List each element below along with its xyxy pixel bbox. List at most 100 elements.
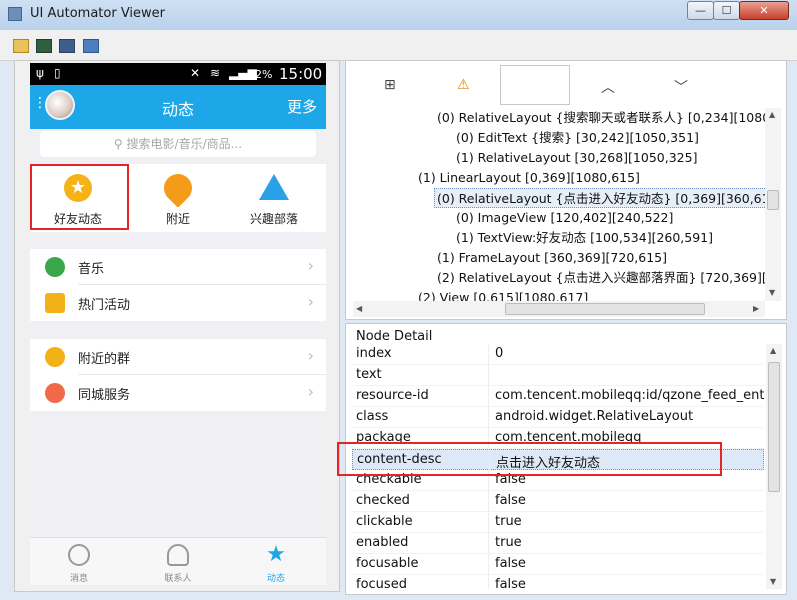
scroll-down-icon[interactable]: ▼ bbox=[769, 288, 775, 297]
megaphone-icon bbox=[45, 293, 65, 313]
list-item-nearby-groups[interactable]: 附近的群 › bbox=[30, 339, 326, 375]
column-divider bbox=[488, 554, 489, 575]
open-folder-icon[interactable] bbox=[13, 39, 29, 53]
tab-messages[interactable]: 消息 bbox=[30, 538, 128, 585]
detail-key: checked bbox=[356, 493, 410, 508]
list-item-city-services[interactable]: 同城服务 › bbox=[30, 375, 326, 411]
quick-item-label: 兴趣部落 bbox=[249, 212, 298, 226]
list-item-hot-activities[interactable]: 热门活动 › bbox=[30, 285, 326, 321]
feed-star-icon: ★ bbox=[266, 542, 286, 567]
chevron-right-icon: › bbox=[307, 256, 314, 275]
window-title: UI Automator Viewer bbox=[30, 6, 166, 21]
list-item-music[interactable]: 音乐 › bbox=[30, 249, 326, 285]
detail-row[interactable]: class android.widget.RelativeLayout bbox=[352, 407, 764, 428]
maximize-button[interactable]: ☐ bbox=[713, 1, 740, 20]
detail-value: 0 bbox=[495, 346, 504, 361]
tree-vertical-scrollbar[interactable]: ▲ ▼ bbox=[765, 108, 781, 301]
tree-node[interactable]: (0) RelativeLayout {搜索聊天或者联系人} [0,234][1… bbox=[437, 108, 765, 128]
column-divider bbox=[488, 344, 489, 365]
page-title: 动态 bbox=[161, 100, 194, 119]
warning-icon[interactable]: ⚠ bbox=[457, 77, 470, 93]
column-divider bbox=[488, 365, 489, 386]
detail-key: focused bbox=[356, 577, 407, 589]
chevron-right-icon: › bbox=[307, 346, 314, 365]
tree-search-field[interactable] bbox=[500, 65, 570, 105]
detail-vertical-scrollbar[interactable]: ▲ ▼ bbox=[766, 344, 782, 589]
device-screenshot[interactable]: ψ ▯ ✕ ≋ ▂▄▆ 92% 15:00 ⋮ 动态 更多 ⚲ 搜索电影/音乐/… bbox=[30, 63, 326, 585]
tree-node[interactable]: (1) FrameLayout [360,369][720,615] bbox=[437, 248, 667, 268]
detail-value: true bbox=[495, 514, 522, 529]
detail-row[interactable]: index 0 bbox=[352, 344, 764, 365]
list-item-label: 热门活动 bbox=[78, 298, 131, 313]
tab-contacts[interactable]: 联系人 bbox=[129, 538, 227, 585]
scroll-right-icon[interactable]: ▶ bbox=[753, 304, 759, 313]
message-bubble-icon bbox=[68, 544, 90, 566]
tree-node[interactable]: (2) RelativeLayout {点击进入兴趣部落界面} [720,369… bbox=[437, 268, 765, 288]
detail-row[interactable]: text bbox=[352, 365, 764, 386]
app-icon bbox=[8, 7, 22, 21]
detail-key: index bbox=[356, 346, 392, 361]
column-divider bbox=[488, 491, 489, 512]
tree-node[interactable]: (1) RelativeLayout [30,268][1050,325] bbox=[456, 148, 697, 168]
hierarchy-tree[interactable]: (0) RelativeLayout {搜索聊天或者联系人} [0,234][1… bbox=[353, 108, 765, 301]
detail-row[interactable]: checked false bbox=[352, 491, 764, 512]
more-button[interactable]: 更多 bbox=[287, 96, 317, 117]
tree-node[interactable]: (1) TextView:好友动态 [100,534][260,591] bbox=[456, 228, 713, 248]
wifi-icon: ≋ bbox=[210, 66, 221, 80]
search-icon: ⚲ bbox=[113, 137, 127, 151]
quick-item-label: 附近 bbox=[165, 212, 190, 226]
highlight-box-friends-feed bbox=[30, 164, 129, 230]
quick-item-nearby[interactable]: 附近 bbox=[130, 164, 226, 232]
tab-label: 消息 bbox=[69, 574, 88, 584]
detail-key: text bbox=[356, 367, 382, 382]
search-placeholder: 搜索电影/音乐/商品... bbox=[126, 137, 243, 151]
battery-percent: 92% bbox=[248, 68, 273, 81]
tab-feed[interactable]: ★ 动态 bbox=[227, 538, 325, 585]
ui-automator-viewer-window: UI Automator Viewer — ☐ ✕ ψ ▯ ✕ ≋ ▂▄▆ 92… bbox=[0, 0, 797, 600]
scrollbar-thumb[interactable] bbox=[767, 190, 779, 210]
detail-row[interactable]: clickable true bbox=[352, 512, 764, 533]
quick-item-tribe[interactable]: 兴趣部落 bbox=[226, 164, 322, 232]
column-divider bbox=[488, 512, 489, 533]
down-arrow-icon[interactable]: ﹀ bbox=[674, 77, 688, 97]
detail-value: false bbox=[495, 556, 526, 571]
tab-label: 动态 bbox=[266, 574, 285, 584]
scroll-up-icon[interactable]: ▲ bbox=[770, 346, 776, 355]
scrollbar-thumb[interactable] bbox=[505, 303, 705, 315]
up-arrow-icon[interactable]: ︿ bbox=[601, 77, 615, 97]
column-divider bbox=[488, 533, 489, 554]
save-icon[interactable] bbox=[83, 39, 99, 53]
close-button[interactable]: ✕ bbox=[739, 1, 789, 20]
scroll-left-icon[interactable]: ◀ bbox=[356, 304, 362, 313]
list-item-label: 音乐 bbox=[78, 262, 105, 277]
scroll-down-icon[interactable]: ▼ bbox=[770, 577, 776, 586]
column-divider bbox=[488, 386, 489, 407]
device-screenshot-compressed-icon[interactable] bbox=[59, 39, 75, 53]
feature-list-2: 附近的群 › 同城服务 › bbox=[30, 339, 326, 411]
minimize-button[interactable]: — bbox=[687, 1, 714, 20]
tree-node[interactable]: (0) EditText {搜索} [30,242][1050,351] bbox=[456, 128, 699, 148]
tree-horizontal-scrollbar[interactable]: ◀ ▶ bbox=[353, 301, 765, 317]
expand-all-icon[interactable]: ⊞ bbox=[384, 77, 396, 93]
detail-row[interactable]: resource-id com.tencent.mobileqq:id/qzone… bbox=[352, 386, 764, 407]
tree-node-selected[interactable]: (0) RelativeLayout {点击进入好友动态} [0,369][36… bbox=[434, 188, 765, 208]
scroll-up-icon[interactable]: ▲ bbox=[769, 110, 775, 119]
detail-row[interactable]: focusable false bbox=[352, 554, 764, 575]
device-screenshot-icon[interactable] bbox=[36, 39, 52, 53]
detail-row[interactable]: enabled true bbox=[352, 533, 764, 554]
chevron-right-icon: › bbox=[307, 382, 314, 401]
tree-node[interactable]: (1) LinearLayout [0,369][1080,615] bbox=[418, 168, 640, 188]
detail-value: true bbox=[495, 535, 522, 550]
tree-node[interactable]: (2) View [0,615][1080,617] bbox=[418, 288, 588, 301]
nearby-group-icon bbox=[45, 347, 65, 367]
detail-row[interactable]: focused false bbox=[352, 575, 764, 589]
detail-key: focusable bbox=[356, 556, 419, 571]
search-input[interactable]: ⚲ 搜索电影/音乐/商品... bbox=[40, 131, 316, 157]
tree-node[interactable]: (0) ImageView [120,402][240,522] bbox=[456, 208, 673, 228]
mute-icon: ✕ bbox=[190, 66, 201, 80]
nearby-pin-icon bbox=[158, 168, 198, 208]
balloon-icon bbox=[45, 383, 65, 403]
title-bar: UI Automator Viewer — ☐ ✕ bbox=[0, 0, 797, 30]
detail-value: com.tencent.mobileqq:id/qzone_feed_entry bbox=[495, 388, 764, 403]
scrollbar-thumb[interactable] bbox=[768, 362, 780, 492]
